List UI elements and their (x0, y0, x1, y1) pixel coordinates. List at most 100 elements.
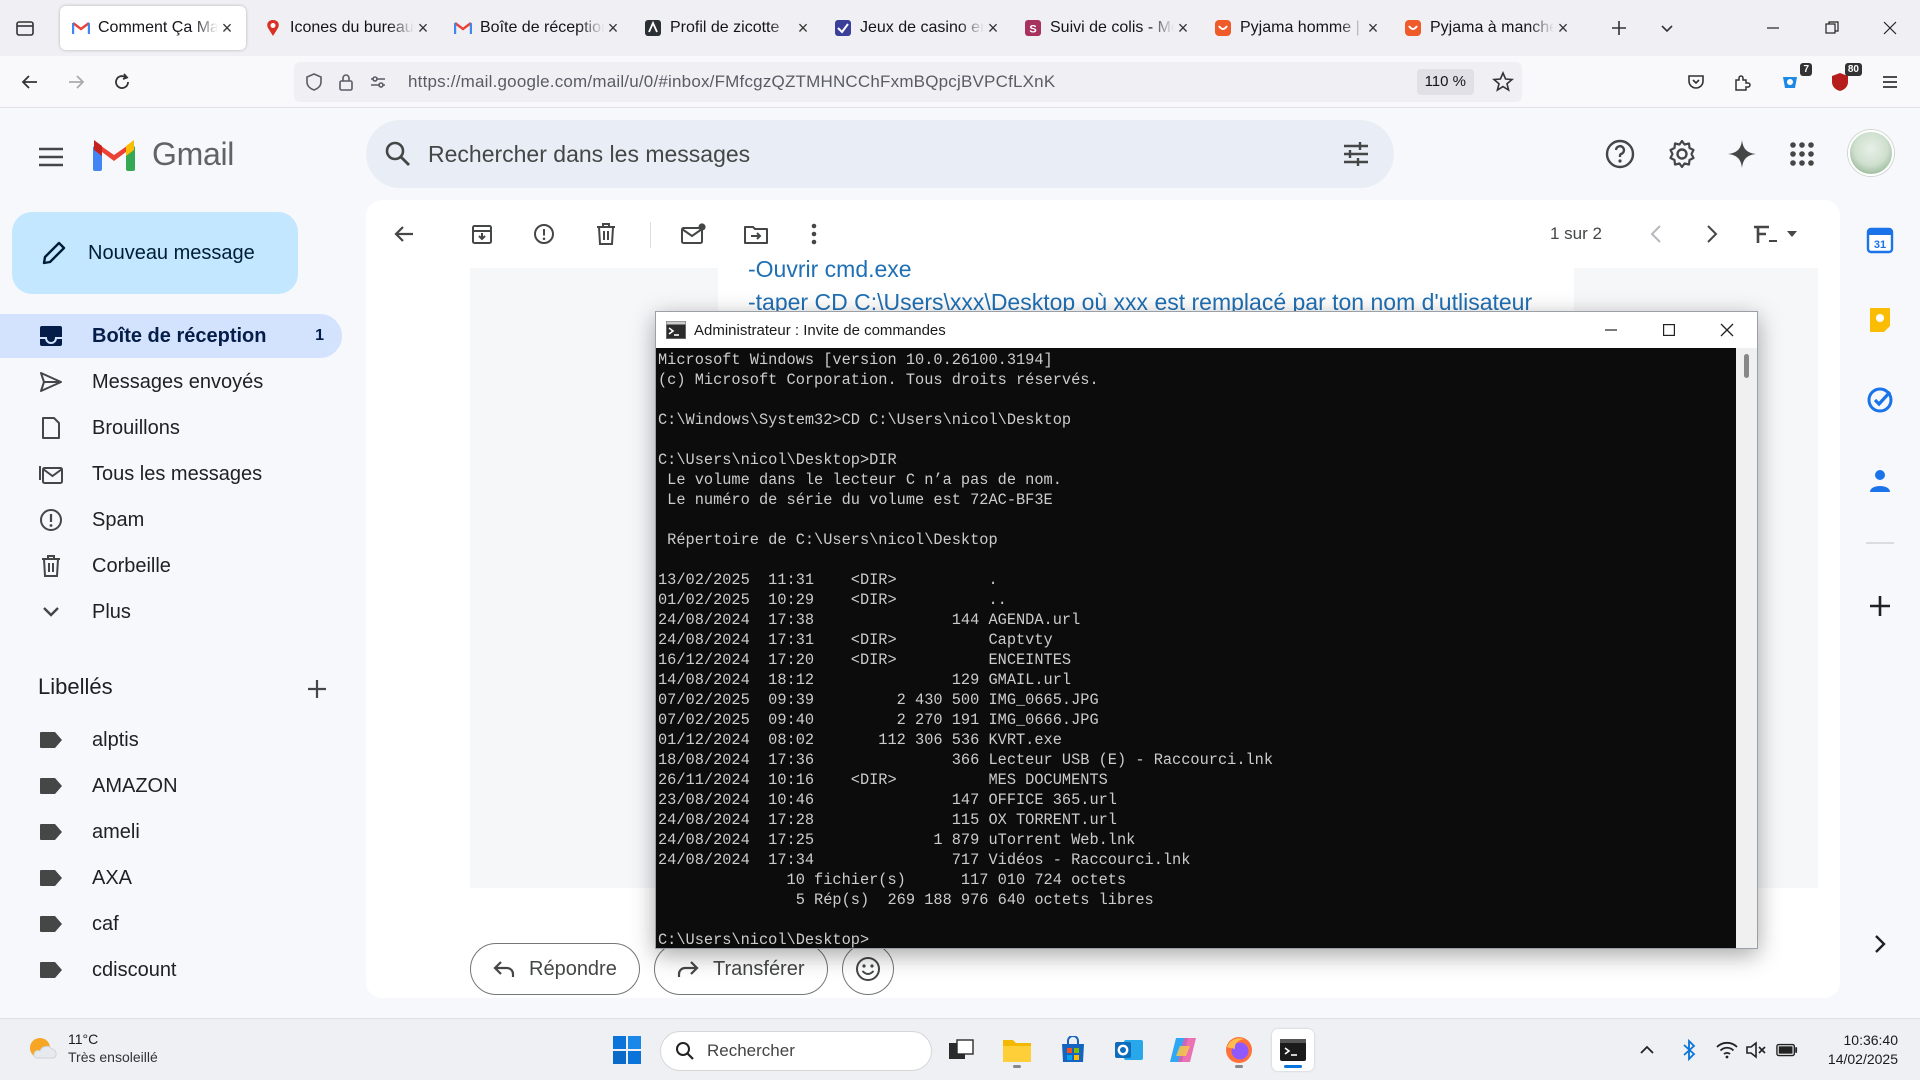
input-tools-icon[interactable] (1742, 214, 1806, 254)
app-menu-icon[interactable] (1874, 66, 1906, 98)
tab-1[interactable]: Icones du bureau × (252, 6, 442, 50)
file-explorer-icon[interactable] (996, 1029, 1038, 1071)
close-icon[interactable]: × (1174, 18, 1192, 38)
forward-button[interactable]: Transférer (654, 943, 828, 995)
gmail-logo[interactable]: Gmail (92, 136, 234, 173)
tab-5[interactable]: S Suivi de colis - Mo × (1012, 6, 1202, 50)
add-label-icon[interactable] (302, 674, 332, 704)
restore-icon[interactable] (1810, 10, 1854, 46)
older-chevron-icon[interactable] (1692, 214, 1732, 254)
tab-2[interactable]: Boîte de réception × (442, 6, 632, 50)
reload-icon[interactable] (106, 66, 138, 98)
nav-trash[interactable]: Corbeille (0, 544, 342, 588)
nav-spam[interactable]: Spam (0, 498, 342, 542)
close-icon[interactable]: × (1364, 18, 1382, 38)
label-item[interactable]: AMAZON (0, 765, 342, 807)
close-icon[interactable]: × (218, 18, 236, 38)
nav-inbox[interactable]: Boîte de réception 1 (0, 314, 342, 358)
tab-3[interactable]: Profil de zicotte × (632, 6, 822, 50)
minimize-icon[interactable] (1751, 10, 1795, 46)
mail-search-bar[interactable]: Rechercher dans les messages (366, 120, 1394, 188)
help-icon[interactable] (1600, 134, 1640, 174)
cmd-scroll-thumb[interactable] (1744, 354, 1749, 378)
weather-widget[interactable]: 11°C Très ensoleillé (26, 1031, 158, 1065)
label-item[interactable]: ameli (0, 811, 342, 853)
main-menu-icon[interactable] (34, 140, 68, 174)
cmd-close-icon[interactable] (1698, 312, 1756, 348)
tray-chevron-up-icon[interactable] (1636, 1039, 1658, 1061)
label-item[interactable]: cdiscount (0, 949, 342, 991)
shield-icon[interactable] (304, 72, 324, 92)
url-text[interactable]: https://mail.google.com/mail/u/0/#inbox/… (408, 62, 1055, 102)
nav-drafts[interactable]: Brouillons (0, 406, 342, 450)
battery-icon[interactable] (1776, 1039, 1798, 1061)
expand-panel-icon[interactable] (1862, 926, 1898, 962)
bookmark-star-icon[interactable] (1492, 71, 1514, 92)
newer-chevron-icon[interactable] (1636, 214, 1676, 254)
ublock-icon[interactable]: 80 (1824, 63, 1862, 98)
forward-icon[interactable] (60, 66, 92, 98)
terminal-icon[interactable] (1272, 1029, 1314, 1071)
apps-grid-icon[interactable] (1782, 134, 1822, 174)
tab-6[interactable]: Pyjama homme | A × (1202, 6, 1392, 50)
url-bar[interactable]: https://mail.google.com/mail/u/0/#inbox/… (294, 62, 1522, 102)
extension-shopping-icon[interactable]: 7 (1774, 63, 1812, 98)
new-tab-icon[interactable] (1604, 13, 1634, 43)
pocket-icon[interactable] (1680, 66, 1712, 98)
firefox-icon[interactable] (1218, 1029, 1260, 1071)
label-item[interactable]: AXA (0, 857, 342, 899)
back-icon[interactable] (14, 66, 46, 98)
task-view-icon[interactable] (940, 1029, 982, 1071)
emoji-reaction-button[interactable] (842, 943, 894, 995)
report-spam-icon[interactable] (524, 214, 564, 254)
tab-7[interactable]: Pyjama à manches × (1392, 6, 1582, 50)
search-options-icon[interactable] (1342, 140, 1370, 168)
start-windows-icon[interactable] (606, 1029, 648, 1071)
more-options-icon[interactable] (794, 214, 834, 254)
reply-button[interactable]: Répondre (470, 943, 640, 995)
search-icon[interactable] (384, 140, 412, 168)
account-avatar[interactable] (1848, 130, 1894, 176)
tab-list-chevron-icon[interactable] (1652, 13, 1682, 43)
close-icon[interactable]: × (794, 18, 812, 38)
permissions-icon[interactable] (368, 72, 388, 92)
tab-0[interactable]: Comment Ça Marche × (60, 6, 246, 50)
close-icon[interactable]: × (604, 18, 622, 38)
label-item[interactable]: caf (0, 903, 342, 945)
extensions-icon[interactable] (1726, 66, 1758, 98)
keep-icon[interactable] (1862, 302, 1898, 338)
taskbar-clock[interactable]: 10:36:40 14/02/2025 (1828, 1031, 1898, 1069)
nav-all-mail[interactable]: Tous les messages (0, 452, 342, 496)
tasks-icon[interactable] (1862, 382, 1898, 418)
taskbar-search[interactable]: Rechercher (660, 1031, 932, 1071)
search-input[interactable]: Rechercher dans les messages (428, 120, 750, 188)
archive-icon[interactable] (462, 214, 502, 254)
zoom-level[interactable]: 110 % (1416, 69, 1474, 95)
nav-sent[interactable]: Messages envoyés (0, 360, 342, 404)
nav-more[interactable]: Plus (0, 590, 342, 634)
close-icon[interactable]: × (1554, 18, 1572, 38)
back-to-inbox-icon[interactable] (384, 214, 424, 254)
tab-overview-icon[interactable] (10, 13, 40, 43)
store-icon[interactable] (1052, 1029, 1094, 1071)
cmd-minimize-icon[interactable] (1582, 312, 1640, 348)
wifi-icon[interactable] (1716, 1039, 1738, 1061)
close-icon[interactable]: × (414, 18, 432, 38)
gemini-sparkle-icon[interactable] (1722, 134, 1762, 174)
lock-icon[interactable] (336, 72, 356, 92)
copilot-icon[interactable] (1162, 1029, 1204, 1071)
get-addons-icon[interactable] (1862, 588, 1898, 624)
outlook-icon[interactable] (1108, 1029, 1150, 1071)
label-item[interactable]: alptis (0, 719, 342, 761)
cmd-maximize-icon[interactable] (1640, 312, 1698, 348)
cmd-title-bar[interactable]: Administrateur : Invite de commandes (656, 312, 1757, 348)
compose-button[interactable]: Nouveau message (12, 212, 298, 294)
settings-gear-icon[interactable] (1662, 134, 1702, 174)
cmd-console[interactable]: Microsoft Windows [version 10.0.26100.31… (656, 348, 1736, 948)
taskbar-search-input[interactable]: Rechercher (707, 1041, 795, 1061)
close-icon[interactable]: × (984, 18, 1002, 38)
delete-icon[interactable] (586, 214, 626, 254)
move-to-icon[interactable] (736, 214, 776, 254)
close-window-icon[interactable] (1868, 10, 1912, 46)
bluetooth-icon[interactable] (1678, 1039, 1700, 1061)
